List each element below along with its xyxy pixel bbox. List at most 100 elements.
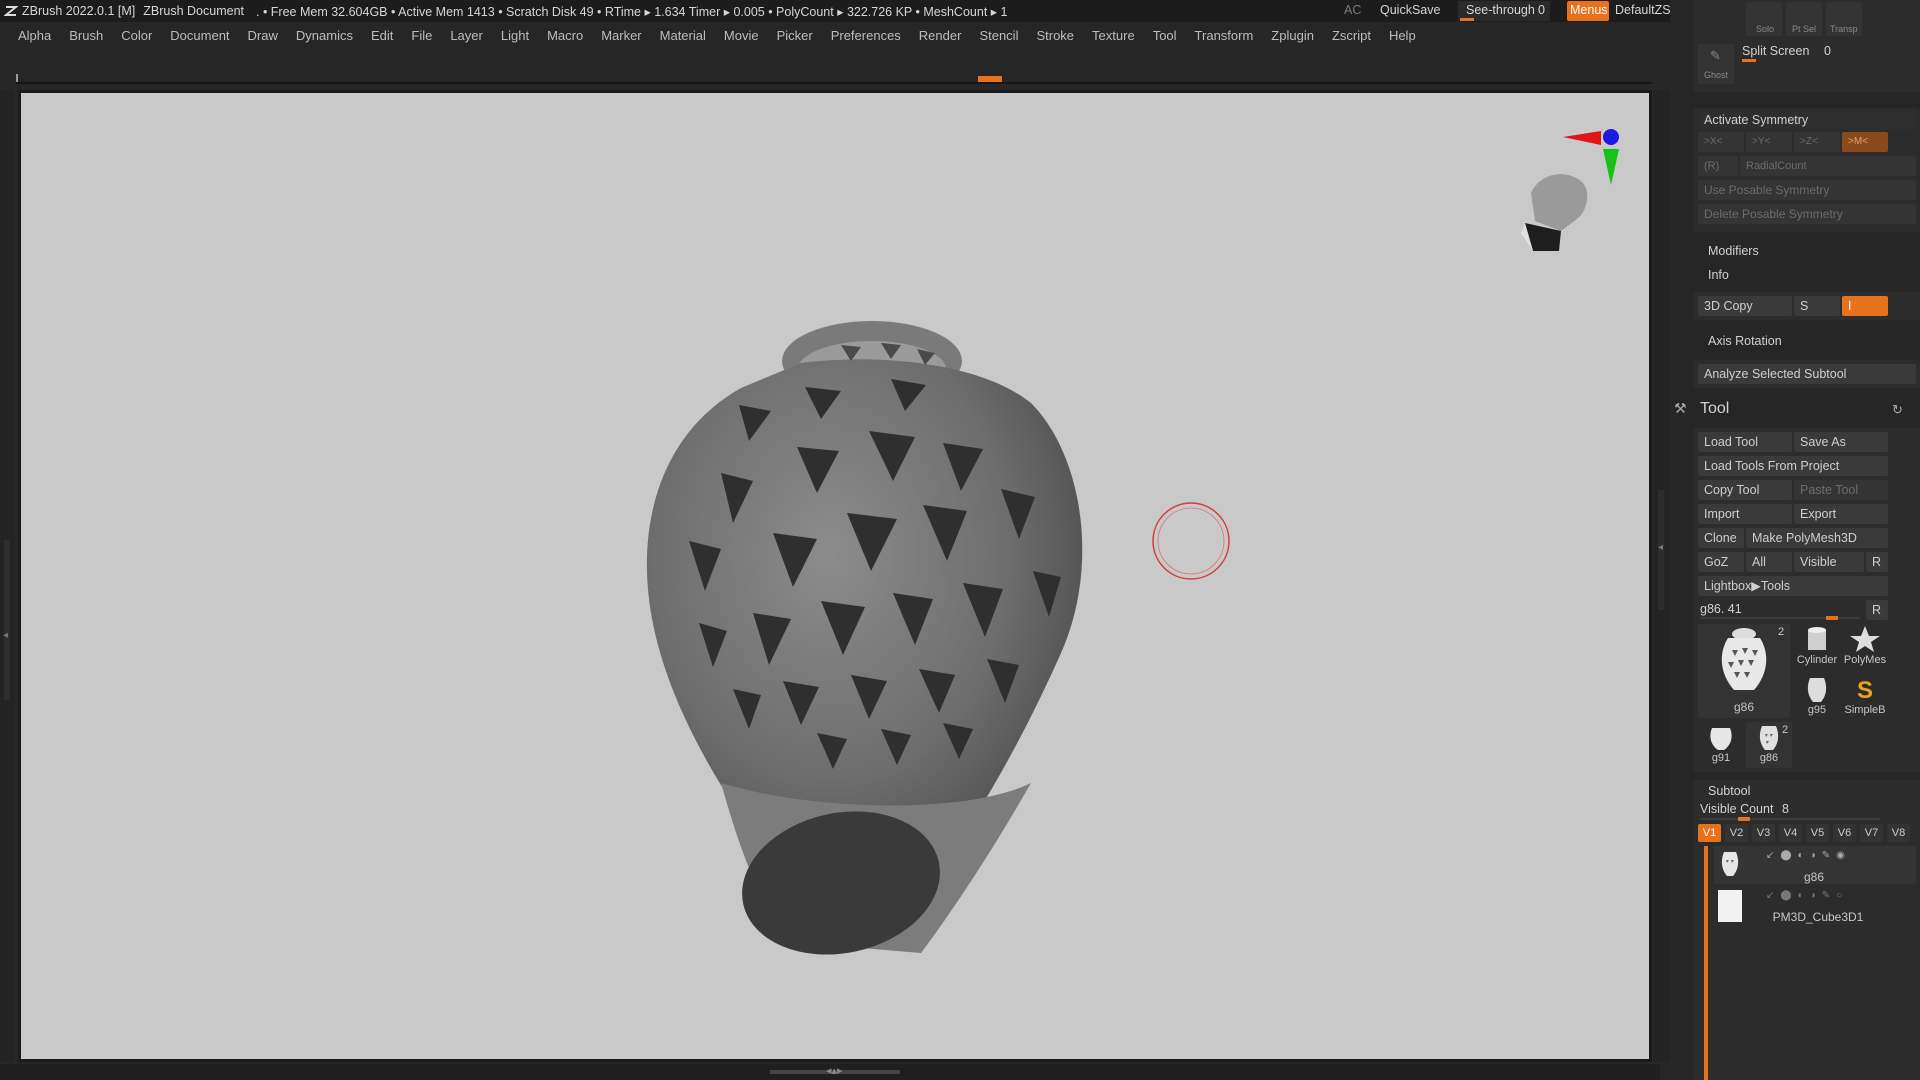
menu-layer[interactable]: Layer bbox=[441, 22, 492, 50]
tool-thumb-simpleb[interactable]: S SimpleB bbox=[1842, 674, 1888, 720]
menu-preferences[interactable]: Preferences bbox=[822, 22, 910, 50]
paste-tool-button[interactable]: Paste Tool bbox=[1794, 480, 1888, 500]
sym-m-button[interactable]: >M< bbox=[1842, 132, 1888, 152]
import-button[interactable]: Import bbox=[1698, 504, 1792, 524]
sym-r-button[interactable]: (R) bbox=[1698, 156, 1738, 176]
menus-toggle[interactable]: Menus bbox=[1567, 1, 1609, 21]
goz-r-button[interactable]: R bbox=[1866, 552, 1888, 572]
subtool-item-g86[interactable]: ↙⬤◐◑✎◉ g86 bbox=[1714, 846, 1916, 884]
tool-thumb-polymesh[interactable]: PolyMes bbox=[1842, 624, 1888, 670]
clone-button[interactable]: Clone bbox=[1698, 528, 1744, 548]
menu-stroke[interactable]: Stroke bbox=[1027, 22, 1083, 50]
tool-thumb-g91[interactable]: g91 bbox=[1698, 722, 1744, 768]
menu-render[interactable]: Render bbox=[910, 22, 971, 50]
load-tools-from-project-button[interactable]: Load Tools From Project bbox=[1698, 456, 1888, 476]
current-tool-r-button[interactable]: R bbox=[1866, 600, 1888, 620]
tool-thumb-cylinder[interactable]: Cylinder bbox=[1794, 624, 1840, 670]
subtool-tab-v3[interactable]: V3 bbox=[1752, 824, 1775, 842]
canvas-viewport[interactable] bbox=[18, 90, 1652, 1062]
eye-icon[interactable]: ○ bbox=[1836, 890, 1848, 901]
copy3d-i-button[interactable]: I bbox=[1842, 296, 1888, 316]
copy-tool-button[interactable]: Copy Tool bbox=[1698, 480, 1792, 500]
subtool-tab-v4[interactable]: V4 bbox=[1779, 824, 1802, 842]
load-tool-button[interactable]: Load Tool bbox=[1698, 432, 1792, 452]
ghost-button[interactable]: ✎ Ghost bbox=[1698, 44, 1734, 84]
material-icon[interactable]: ◐ bbox=[1798, 890, 1810, 901]
menu-zplugin[interactable]: Zplugin bbox=[1262, 22, 1323, 50]
menu-stencil[interactable]: Stencil bbox=[970, 22, 1027, 50]
subtool-tab-v2[interactable]: V2 bbox=[1725, 824, 1748, 842]
menu-light[interactable]: Light bbox=[492, 22, 538, 50]
bottom-tray-arrow-icon[interactable]: ◂▴▸ bbox=[826, 1064, 843, 1077]
subtool-tab-v7[interactable]: V7 bbox=[1860, 824, 1883, 842]
menu-texture[interactable]: Texture bbox=[1083, 22, 1144, 50]
menu-alpha[interactable]: Alpha bbox=[0, 22, 60, 50]
transp-button[interactable]: Transp bbox=[1826, 2, 1862, 36]
menu-draw[interactable]: Draw bbox=[239, 22, 287, 50]
menu-zscript[interactable]: Zscript bbox=[1323, 22, 1380, 50]
copy3d-button[interactable]: 3D Copy bbox=[1698, 296, 1792, 316]
brush-edit-icon[interactable]: ✎ bbox=[1822, 850, 1836, 861]
sym-y-button[interactable]: >Y< bbox=[1746, 132, 1792, 152]
ptsel-button[interactable]: Pt Sel bbox=[1786, 2, 1822, 36]
axis-rotation-header[interactable]: Axis Rotation bbox=[1708, 334, 1782, 348]
menu-brush[interactable]: Brush bbox=[60, 22, 112, 50]
polypaint-icon[interactable]: ⬤ bbox=[1780, 890, 1797, 901]
modifiers-header[interactable]: Modifiers bbox=[1708, 244, 1759, 258]
dot-icon[interactable]: ◑ bbox=[1810, 850, 1822, 861]
menu-edit[interactable]: Edit bbox=[362, 22, 402, 50]
left-tray-strip[interactable]: ◂ bbox=[0, 90, 14, 1062]
shelf-marker[interactable] bbox=[978, 76, 1002, 82]
info-header[interactable]: Info bbox=[1708, 268, 1729, 282]
arrow-icon[interactable]: ↙ bbox=[1766, 890, 1780, 901]
activate-symmetry-button[interactable]: Activate Symmetry bbox=[1698, 110, 1916, 130]
current-tool-slider[interactable]: g86. 41 bbox=[1698, 600, 1864, 620]
tool-thumb-g95[interactable]: g95 bbox=[1794, 674, 1840, 720]
lightbox-tools-button[interactable]: Lightbox▶Tools bbox=[1698, 576, 1888, 596]
goz-visible-button[interactable]: Visible bbox=[1794, 552, 1864, 572]
ac-label[interactable]: AC bbox=[1344, 3, 1361, 17]
subtool-header[interactable]: Subtool bbox=[1708, 784, 1750, 798]
subtool-scrollbar[interactable] bbox=[1704, 846, 1708, 1080]
sym-x-button[interactable]: >X< bbox=[1698, 132, 1744, 152]
arrow-icon[interactable]: ↙ bbox=[1766, 850, 1780, 861]
menu-picker[interactable]: Picker bbox=[768, 22, 822, 50]
tool-header[interactable]: Tool bbox=[1700, 400, 1729, 418]
make-polymesh3d-button[interactable]: Make PolyMesh3D bbox=[1746, 528, 1888, 548]
bottom-tray-strip[interactable]: ◂▴▸ bbox=[0, 1064, 1660, 1080]
menu-dynamics[interactable]: Dynamics bbox=[287, 22, 362, 50]
material-icon[interactable]: ◐ bbox=[1798, 850, 1810, 861]
right-tray-strip[interactable]: ◂ bbox=[1654, 90, 1670, 1062]
goz-button[interactable]: GoZ bbox=[1698, 552, 1744, 572]
menu-document[interactable]: Document bbox=[161, 22, 238, 50]
right-tray-arrow-icon[interactable]: ◂ bbox=[1658, 542, 1663, 553]
eye-icon[interactable]: ◉ bbox=[1836, 850, 1851, 861]
delete-posable-symmetry-button[interactable]: Delete Posable Symmetry bbox=[1698, 204, 1916, 224]
menu-transform[interactable]: Transform bbox=[1186, 22, 1263, 50]
see-through-slider[interactable]: See-through 0 bbox=[1458, 1, 1550, 21]
brush-edit-icon[interactable]: ✎ bbox=[1822, 890, 1836, 901]
goz-all-button[interactable]: All bbox=[1746, 552, 1792, 572]
tool-thumb-g86-large[interactable]: 2 g86 bbox=[1698, 624, 1790, 718]
menu-file[interactable]: File bbox=[402, 22, 441, 50]
left-tray-arrow-icon[interactable]: ◂ bbox=[3, 630, 8, 641]
solo-button[interactable]: Solo bbox=[1746, 2, 1782, 36]
dot-icon[interactable]: ◑ bbox=[1810, 890, 1822, 901]
menu-color[interactable]: Color bbox=[112, 22, 161, 50]
menu-macro[interactable]: Macro bbox=[538, 22, 592, 50]
menu-marker[interactable]: Marker bbox=[592, 22, 650, 50]
tool-thumb-g86-small[interactable]: 2 g86 bbox=[1746, 722, 1792, 768]
subtool-item-pm3d-cube[interactable]: ↙⬤◐◑✎○ PM3D_Cube3D1 bbox=[1714, 886, 1916, 926]
menu-movie[interactable]: Movie bbox=[715, 22, 768, 50]
menu-material[interactable]: Material bbox=[651, 22, 715, 50]
menu-tool[interactable]: Tool bbox=[1144, 22, 1186, 50]
vase-model[interactable] bbox=[21, 93, 1652, 1062]
subtool-tab-v5[interactable]: V5 bbox=[1806, 824, 1829, 842]
save-as-button[interactable]: Save As bbox=[1794, 432, 1888, 452]
export-button[interactable]: Export bbox=[1794, 504, 1888, 524]
use-posable-symmetry-button[interactable]: Use Posable Symmetry bbox=[1698, 180, 1916, 200]
sym-z-button[interactable]: >Z< bbox=[1794, 132, 1840, 152]
subtool-tab-v1[interactable]: V1 bbox=[1698, 824, 1721, 842]
radial-count-slider[interactable]: RadialCount bbox=[1740, 156, 1916, 176]
visible-count-slider[interactable]: Visible Count 8 bbox=[1698, 802, 1888, 822]
